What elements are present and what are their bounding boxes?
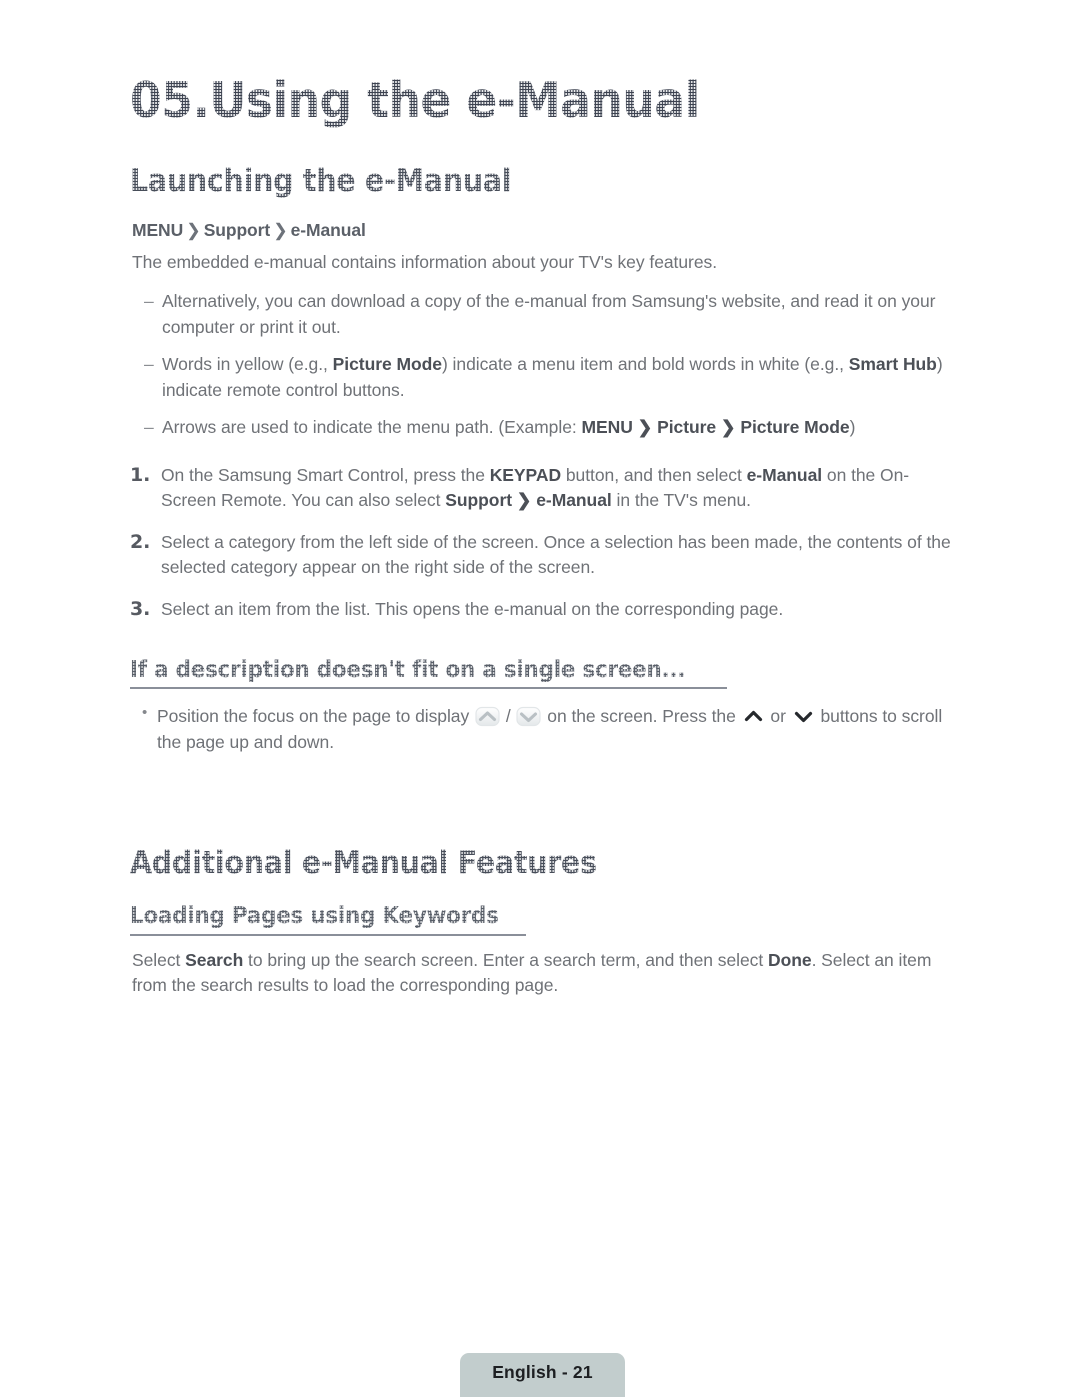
inline-text: Position the focus on the page to displa… [157, 706, 475, 727]
inline-bold-term: Picture Mode [332, 354, 442, 375]
section-heading-additional-block: Additional e-Manual Features Additional … [130, 845, 955, 882]
inline-bold-term: KEYPAD [489, 464, 562, 485]
subheading-keywords-block: Loading Pages using Keywords Loading Pag… [130, 903, 527, 936]
inline-text: to bring up the search screen. Enter a s… [243, 949, 768, 970]
step-number: 3. [130, 598, 151, 620]
breadcrumb-item-menu: MENU [132, 219, 184, 240]
inline-text: Select an item from the list. This opens… [161, 599, 784, 619]
inline-text: Words in yellow (e.g., [162, 354, 333, 375]
inline-text: Select a category from the left side of … [161, 531, 951, 578]
inline-bold-term: e-Manual [536, 490, 612, 511]
inline-text: Arrows are used to indicate the menu pat… [162, 417, 582, 438]
inline-bold-term: e-Manual [746, 464, 823, 485]
intro-paragraph: The embedded e-manual contains informati… [132, 251, 718, 272]
step-number: 2. [130, 530, 151, 553]
scroll-bullet-list: • Position the focus on the page to displ… [130, 703, 955, 756]
inline-text: or [765, 706, 791, 727]
document-page: 05.Using the e-Manual 05.Using the e-Man… [0, 0, 1080, 1397]
keywords-paragraph: Select Search to bring up the search scr… [132, 948, 955, 999]
inline-bold-term: ❯ [512, 490, 537, 511]
page-footer-label: English - 21 [492, 1362, 593, 1382]
inline-bold-term: Picture [657, 417, 717, 438]
inline-text: on the screen. Press the [542, 706, 741, 727]
dash-list-item: – Words in yellow (e.g., Picture Mode) in… [130, 352, 955, 403]
inline-bold-term: Picture Mode [740, 417, 850, 438]
numbered-step: 3. Select an item from the list. This ope… [130, 597, 955, 623]
breadcrumb: MENU ❯ Support ❯ e-Manual [132, 220, 955, 241]
inline-bold-term: MENU [581, 417, 633, 438]
numbered-step: 1. On the Samsung Smart Control, press th… [130, 463, 955, 514]
inline-text: button, and then select [561, 464, 747, 485]
section-heading-launching-block: Launching the e-Manual Launching the e-M… [130, 163, 955, 200]
chevron-down-button-icon[interactable] [516, 706, 542, 727]
numbered-step: 2. Select a category from the left side o… [130, 530, 955, 581]
numbered-steps-list: 1. On the Samsung Smart Control, press th… [130, 463, 955, 623]
page-content: 05.Using the e-Manual 05.Using the e-Man… [130, 0, 955, 999]
inline-bold-term: ❯ [632, 417, 658, 438]
dash-marker: – [144, 291, 154, 312]
inline-bold-term: ❯ [716, 417, 741, 438]
inline-text: ) [849, 417, 856, 438]
chevron-up-button-icon[interactable] [475, 706, 500, 727]
section-heading-additional: Additional e-Manual Features [130, 845, 889, 882]
inline-text: / [501, 706, 516, 727]
subheading-keywords: Loading Pages using Keywords [130, 903, 499, 930]
inline-text: in the TV's menu. [611, 490, 752, 511]
inline-text: On the Samsung Smart Control, press the [161, 464, 490, 485]
inline-text: Alternatively, you can download a copy o… [162, 291, 936, 337]
breadcrumb-item-support: Support [203, 219, 271, 240]
breadcrumb-separator-icon: ❯ [186, 219, 201, 240]
section-heading-launching: Launching the e-Manual [130, 163, 889, 200]
subheading-scroll-block: If a description doesn't fit on a single… [130, 656, 728, 690]
inline-bold-term: Smart Hub [848, 354, 937, 375]
dash-list-item: – Arrows are used to indicate the menu pa… [130, 415, 955, 441]
chevron-up-icon [744, 708, 763, 725]
dash-list: – Alternatively, you can download a copy … [130, 289, 955, 441]
step-number: 1. [130, 463, 151, 486]
inline-bold-term: Done [768, 949, 812, 970]
inline-text: ) indicate a menu item and bold words in… [441, 354, 849, 375]
chevron-down-icon [794, 708, 813, 725]
bullet-marker: • [142, 704, 148, 722]
chapter-title: 05.Using the e-Manual [130, 0, 897, 128]
dash-marker: – [144, 354, 154, 375]
dash-marker: – [144, 417, 154, 438]
scroll-bullet-item: • Position the focus on the page to displ… [130, 703, 955, 756]
breadcrumb-separator-icon: ❯ [273, 219, 288, 240]
subheading-scroll: If a description doesn't fit on a single… [130, 656, 686, 683]
inline-text: Select [132, 949, 186, 970]
breadcrumb-item-e-manual: e-Manual [290, 219, 366, 240]
inline-bold-term: Support [445, 490, 512, 511]
inline-bold-term: Search [185, 949, 244, 970]
dash-list-item: – Alternatively, you can download a copy … [130, 289, 955, 340]
page-footer-badge: English - 21 [460, 1353, 625, 1397]
chapter-title-block: 05.Using the e-Manual 05.Using the e-Man… [130, 0, 955, 128]
